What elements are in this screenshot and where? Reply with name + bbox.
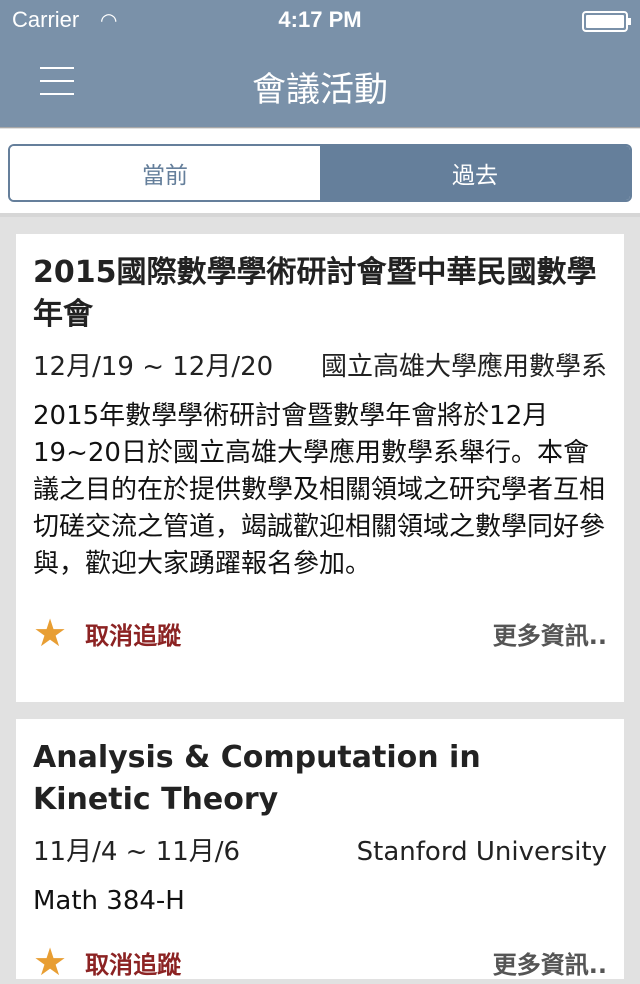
battery-icon: [582, 11, 631, 32]
unfollow-button[interactable]: ★ 取消追蹤: [33, 611, 181, 655]
star-icon: ★: [33, 940, 68, 984]
event-card[interactable]: Analysis & Computation in Kinetic Theory…: [16, 719, 624, 984]
page-title: 會議活動: [252, 70, 388, 110]
event-title: Analysis & Computation in Kinetic Theory: [33, 740, 481, 817]
unfollow-label: 取消追蹤: [85, 621, 182, 650]
event-date: 12月/19 ~ 12月/20: [33, 352, 274, 382]
event-description: Math 384-H: [33, 886, 185, 916]
event-date: 11月/4 ~ 11月/6: [33, 837, 241, 867]
event-location: 國立高雄大學應用數學系: [320, 352, 607, 382]
clock: 4:17 PM: [278, 7, 362, 32]
star-icon: ★: [33, 611, 68, 655]
more-info-link[interactable]: 更多資訊..: [493, 945, 607, 980]
unfollow-label: 取消追蹤: [85, 950, 182, 979]
event-card[interactable]: 2015國際數學學術研討會暨中華民國數學年會 12月/19 ~ 12月/20 國…: [16, 234, 624, 702]
event-title: 2015國際數學學術研討會暨中華民國數學年會: [33, 255, 597, 332]
navigation-bar: Carrier ◠ 4:17 PM 會議活動: [0, 0, 640, 128]
tab-past[interactable]: 過去: [320, 146, 630, 200]
segment-bar: 當前 過去: [0, 129, 640, 217]
event-description: 2015年數學學術研討會暨數學年會將於12月19~20日於國立高雄大學應用數學系…: [33, 401, 606, 579]
unfollow-button[interactable]: ★ 取消追蹤: [33, 940, 181, 984]
more-info-link[interactable]: 更多資訊..: [493, 616, 607, 651]
segmented-control: 當前 過去: [8, 144, 632, 202]
event-location: Stanford University: [356, 837, 607, 867]
status-bar: Carrier ◠ 4:17 PM: [0, 6, 640, 36]
tab-current[interactable]: 當前: [10, 146, 320, 200]
